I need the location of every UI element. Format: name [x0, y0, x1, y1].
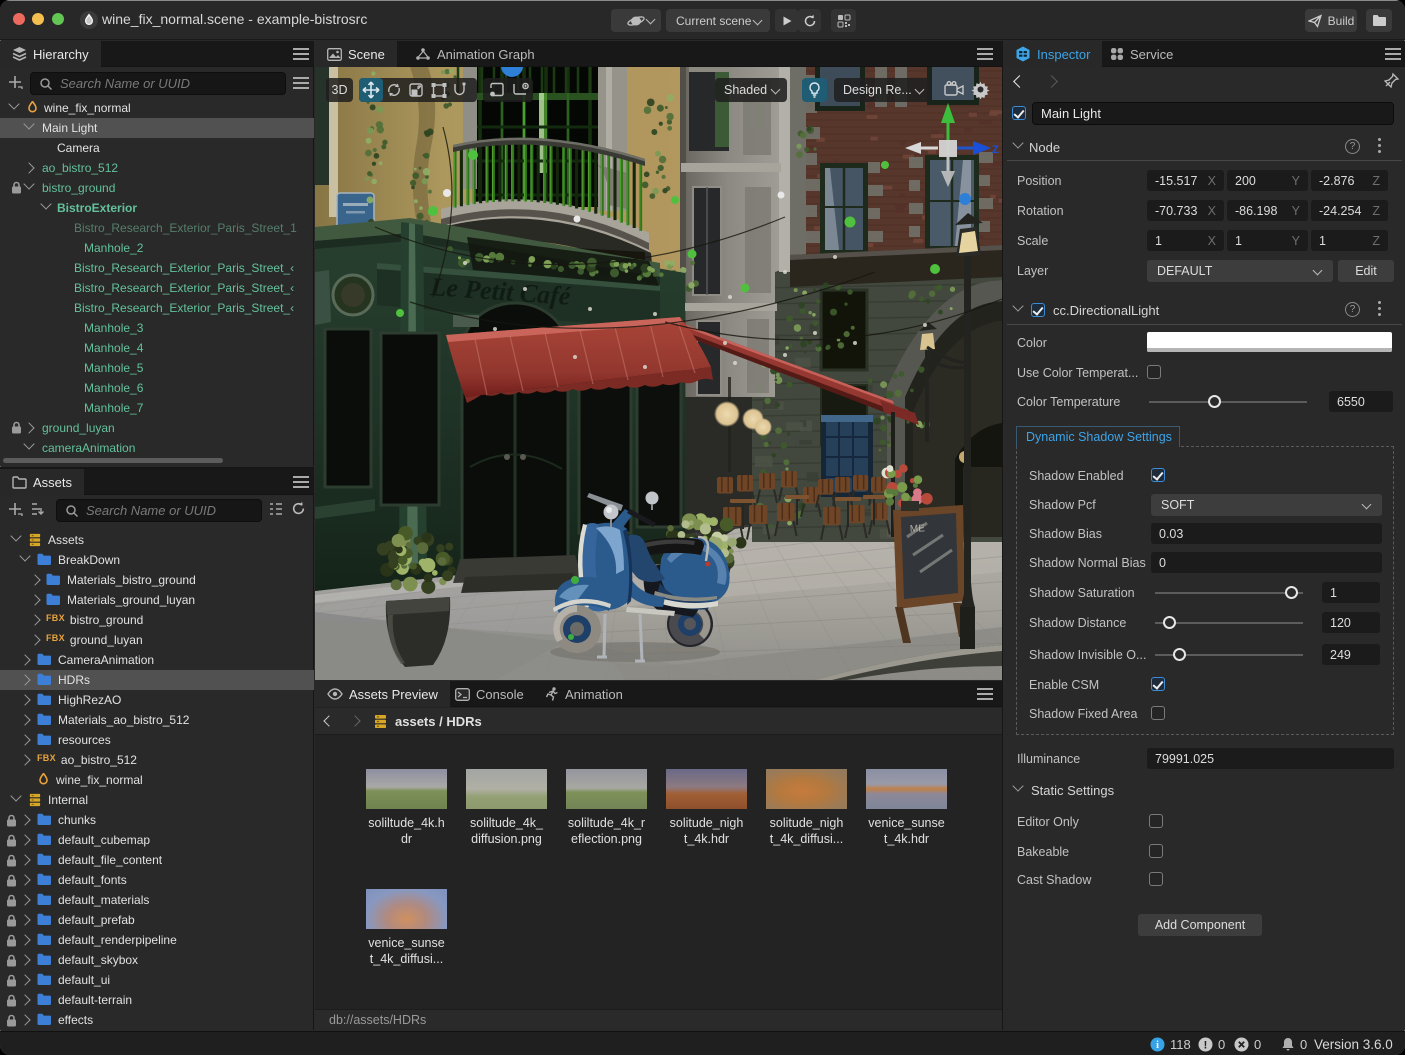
svg-text:Z: Z [992, 144, 999, 156]
svg-text:ME: ME [910, 523, 926, 535]
svg-text:!: ! [1204, 1040, 1208, 1052]
svg-text:i: i [1156, 1040, 1159, 1051]
